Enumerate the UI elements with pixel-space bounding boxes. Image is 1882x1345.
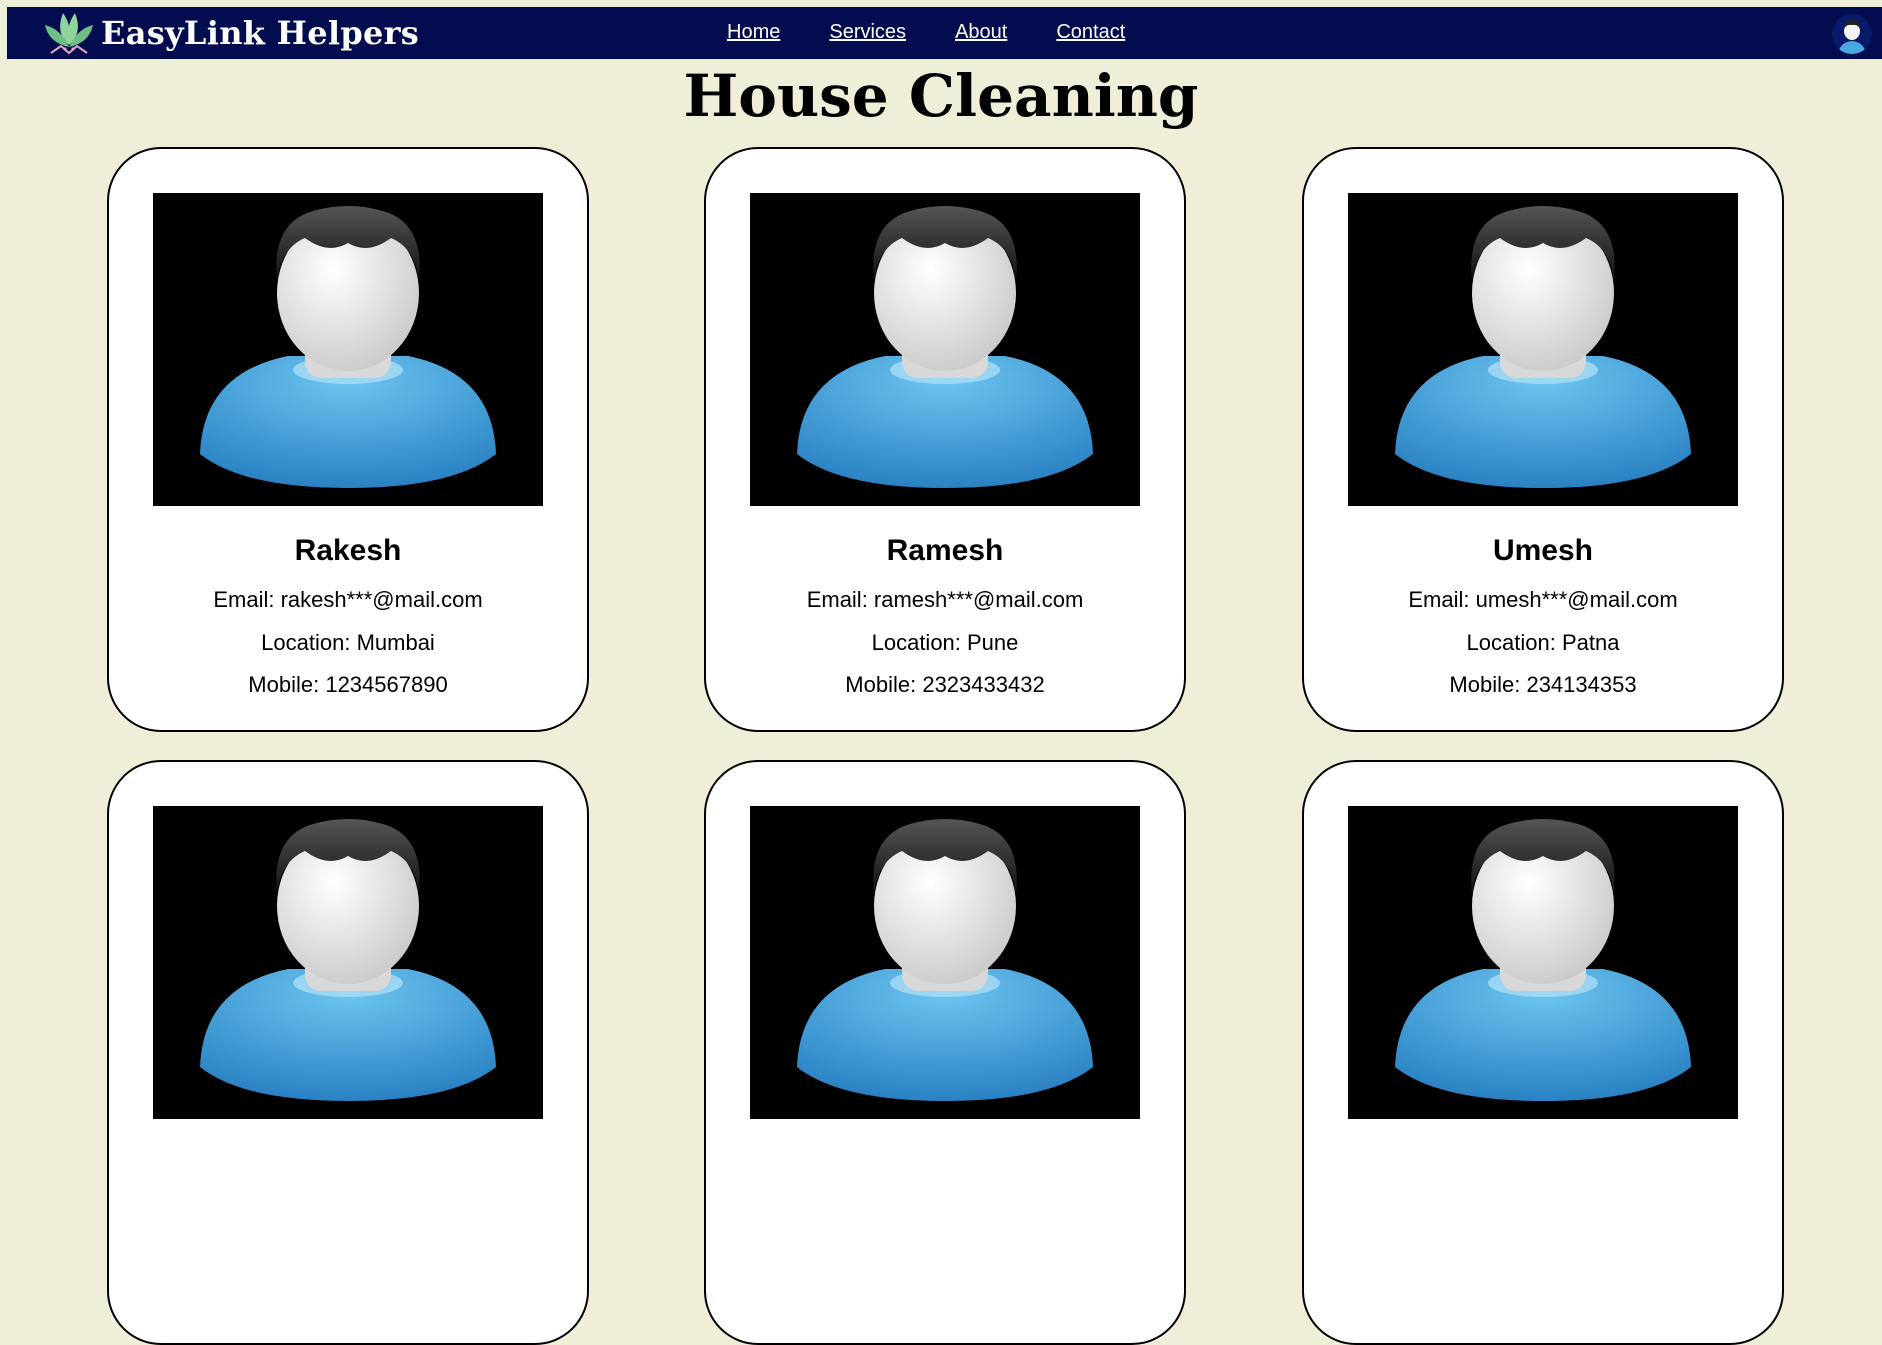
helper-name: Umesh xyxy=(1492,534,1594,567)
person-placeholder-icon xyxy=(153,806,543,1119)
helper-email: Email: umesh***@mail.com xyxy=(1408,587,1678,612)
helper-mobile: Mobile: 2323433432 xyxy=(845,672,1045,697)
helper-card[interactable]: Rakesh Email: rakesh***@mail.com Locatio… xyxy=(107,147,589,732)
helper-card[interactable] xyxy=(107,760,589,1345)
helper-name: Ramesh xyxy=(886,534,1004,567)
person-placeholder-icon xyxy=(1348,806,1738,1119)
nav-services-link[interactable]: Services xyxy=(829,21,906,44)
page-title: House Cleaning xyxy=(683,62,1199,130)
brand[interactable]: EasyLink Helpers xyxy=(41,9,419,57)
nav-links: Home Services About Contact xyxy=(727,21,1125,44)
helper-card[interactable] xyxy=(704,760,1186,1345)
person-placeholder-icon xyxy=(750,193,1140,506)
top-navbar: EasyLink Helpers Home Services About Con… xyxy=(7,7,1882,59)
helper-mobile: Mobile: 1234567890 xyxy=(248,672,448,697)
helper-name: Rakesh xyxy=(294,534,402,567)
helper-location: Location: Pune xyxy=(871,630,1019,655)
helper-card[interactable] xyxy=(1302,760,1784,1345)
helper-mobile: Mobile: 234134353 xyxy=(1449,672,1637,697)
helper-card[interactable]: Ramesh Email: ramesh***@mail.com Locatio… xyxy=(704,147,1186,732)
helper-email: Email: rakesh***@mail.com xyxy=(213,587,483,612)
user-avatar-icon[interactable] xyxy=(1832,14,1872,54)
helper-card[interactable]: Umesh Email: umesh***@mail.com Location:… xyxy=(1302,147,1784,732)
helper-location: Location: Patna xyxy=(1466,630,1620,655)
helper-email: Email: ramesh***@mail.com xyxy=(806,587,1084,612)
person-placeholder-icon xyxy=(750,806,1140,1119)
lotus-logo-icon xyxy=(41,5,97,62)
helper-location: Location: Mumbai xyxy=(261,630,435,655)
nav-about-link[interactable]: About xyxy=(955,21,1007,44)
nav-contact-link[interactable]: Contact xyxy=(1056,21,1125,44)
brand-name: EasyLink Helpers xyxy=(101,14,420,52)
nav-home-link[interactable]: Home xyxy=(727,21,780,44)
person-placeholder-icon xyxy=(1348,193,1738,506)
person-placeholder-icon xyxy=(153,193,543,506)
